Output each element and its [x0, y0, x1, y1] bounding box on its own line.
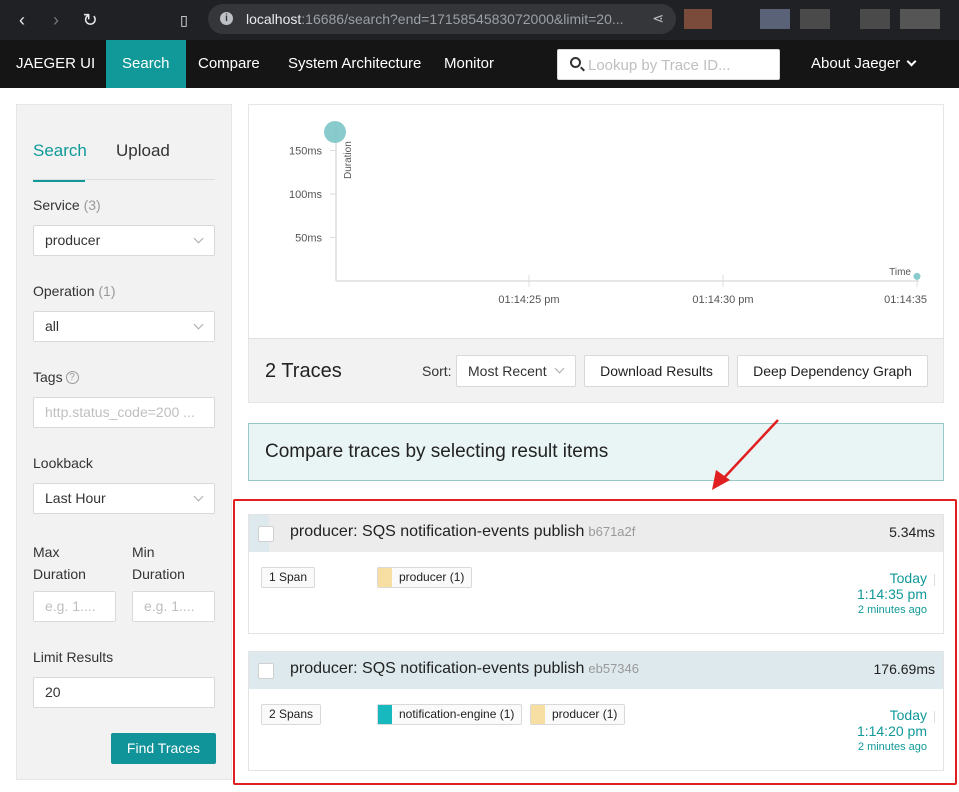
- nav-monitor[interactable]: Monitor: [428, 40, 510, 88]
- chevron-down-icon: [193, 491, 204, 502]
- scatter-plot: 150ms 100ms 50ms 01:14:25 pm 01:14:30 pm 01:1…: [289, 121, 927, 306]
- extension-icon[interactable]: [900, 9, 940, 29]
- url-text: localhost:16686/search?end=1715854583072…: [246, 11, 624, 27]
- trace-count: 2 Traces: [265, 360, 342, 382]
- share-icon[interactable]: ⋖: [652, 10, 664, 27]
- y-axis-label: Duration: [343, 141, 354, 179]
- lookback-label: Lookback: [33, 455, 93, 471]
- extension-icon[interactable]: [800, 9, 830, 29]
- bookmark-icon[interactable]: ▯: [172, 8, 196, 32]
- limit-results-label: Limit Results: [33, 649, 114, 665]
- lookback-select[interactable]: Last Hour: [33, 483, 215, 514]
- x-axis-label: Time: [889, 267, 911, 278]
- y-tick-label: 50ms: [295, 233, 322, 245]
- tab-search[interactable]: Search: [33, 141, 87, 182]
- highlight-box: [233, 499, 957, 785]
- x-tick-label: 01:14:30 pm: [692, 294, 753, 306]
- extension-icon[interactable]: [860, 9, 890, 29]
- brand-link[interactable]: JAEGER UI: [0, 40, 111, 88]
- reload-icon[interactable]: ↻: [78, 8, 102, 32]
- browser-toolbar: ‹ › ↻ ▯ i localhost:16686/search?end=171…: [0, 0, 959, 40]
- max-duration-label: Max Duration: [33, 544, 86, 582]
- service-select[interactable]: producer: [33, 225, 215, 256]
- limit-results-input[interactable]: 20: [33, 677, 215, 708]
- help-icon[interactable]: ?: [65, 371, 79, 384]
- search-icon: [570, 57, 581, 68]
- nav-search[interactable]: Search: [106, 40, 186, 88]
- sort-select[interactable]: Most Recent: [456, 355, 576, 387]
- nav-system-architecture[interactable]: System Architecture: [272, 40, 437, 88]
- trace-lookup: [557, 49, 780, 80]
- arrow-shaft: [721, 419, 779, 481]
- operation-select[interactable]: all: [33, 311, 215, 342]
- y-tick-label: 150ms: [289, 146, 323, 158]
- extension-icon[interactable]: [684, 9, 712, 29]
- download-results-button[interactable]: Download Results: [584, 355, 729, 387]
- search-form: Search Upload Service (3) producer Opera…: [16, 104, 232, 780]
- top-navigation: JAEGER UI Search Compare System Architec…: [0, 40, 959, 88]
- max-duration-input[interactable]: e.g. 1....: [33, 591, 116, 622]
- address-bar[interactable]: i localhost:16686/search?end=17158545830…: [208, 4, 676, 34]
- about-label: About Jaeger: [811, 55, 901, 72]
- extension-icon[interactable]: [760, 9, 790, 29]
- compare-banner: Compare traces by selecting result items: [248, 423, 944, 481]
- site-info-icon[interactable]: i: [220, 12, 233, 25]
- find-traces-button[interactable]: Find Traces: [111, 733, 216, 764]
- y-tick-label: 100ms: [289, 189, 323, 201]
- about-jaeger-menu[interactable]: About Jaeger: [811, 40, 917, 88]
- tags-label: Tags?: [33, 369, 79, 386]
- sort-label: Sort:: [422, 363, 452, 379]
- trace-id-input[interactable]: [588, 55, 773, 75]
- chevron-down-icon: [554, 363, 565, 374]
- deep-dependency-graph-button[interactable]: Deep Dependency Graph: [737, 355, 928, 387]
- x-tick-label: 01:14:35: [884, 294, 927, 306]
- back-icon[interactable]: ‹: [10, 8, 34, 32]
- tags-input[interactable]: http.status_code=200 ...: [33, 397, 215, 428]
- x-tick-label: 01:14:25 pm: [498, 294, 559, 306]
- data-point: [324, 121, 346, 143]
- nav-compare[interactable]: Compare: [182, 40, 276, 88]
- chevron-down-icon: [193, 233, 204, 244]
- chevron-down-icon: [193, 319, 204, 330]
- service-label: Service (3): [33, 197, 101, 213]
- tab-upload[interactable]: Upload: [116, 141, 170, 161]
- results-header: 2 Traces Sort: Most Recent Download Resu…: [248, 338, 944, 403]
- operation-label: Operation (1): [33, 283, 116, 299]
- forward-icon[interactable]: ›: [44, 8, 68, 32]
- duration-scatter-chart: 150ms 100ms 50ms 01:14:25 pm 01:14:30 pm 01:1…: [248, 104, 944, 338]
- data-point: [913, 272, 921, 280]
- annotation-arrow: [712, 419, 779, 490]
- chevron-down-icon: [906, 56, 917, 67]
- min-duration-label: Min Duration: [132, 544, 185, 582]
- min-duration-input[interactable]: e.g. 1....: [132, 591, 215, 622]
- form-tabs: Search Upload: [33, 105, 215, 182]
